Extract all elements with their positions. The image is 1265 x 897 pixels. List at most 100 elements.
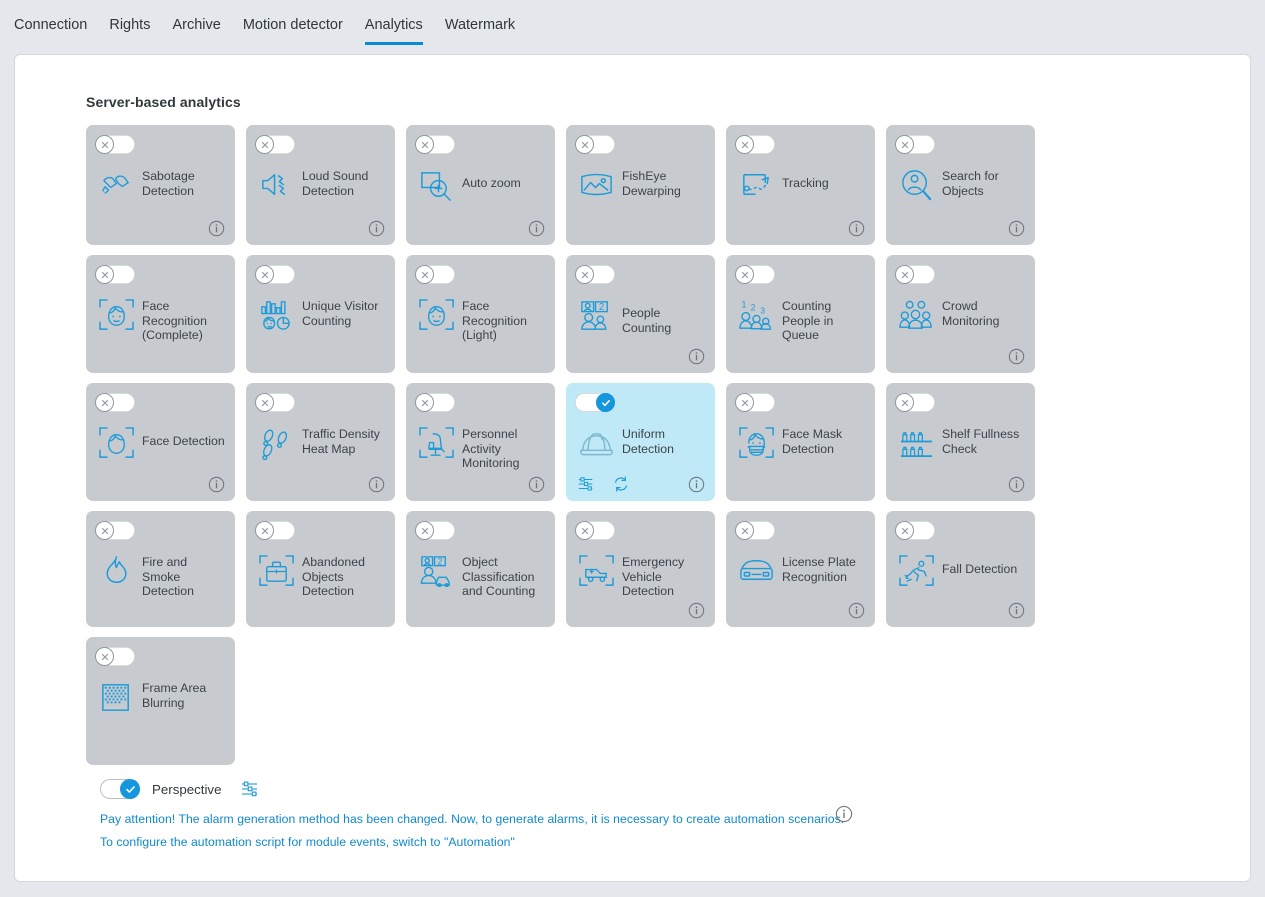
tab-motion-detector[interactable]: Motion detector — [243, 17, 343, 45]
info-icon[interactable] — [208, 476, 225, 493]
sabotage-icon — [97, 167, 135, 203]
perspective-toggle[interactable] — [100, 779, 140, 799]
card-body: 2 People Counting — [574, 297, 707, 335]
toggle-knob — [575, 521, 594, 540]
toggle-face-recognition-complete[interactable] — [95, 265, 135, 284]
card-label: Face Recognition (Light) — [462, 299, 527, 343]
toggle-shelf-fullness-check[interactable] — [895, 393, 935, 412]
analytics-card-counting-people-in-queue[interactable]: 1 2 3 Counting People in Queue — [726, 255, 875, 373]
toggle-unique-visitor-counting[interactable] — [255, 265, 295, 284]
analytics-card-sabotage-detection[interactable]: Sabotage Detection — [86, 125, 235, 245]
card-label: Face Mask Detection — [782, 427, 843, 456]
toggle-frame-area-blurring[interactable] — [95, 647, 135, 666]
info-icon[interactable] — [688, 348, 705, 365]
tab-analytics[interactable]: Analytics — [364, 17, 423, 45]
analytics-card-license-plate-recognition[interactable]: License Plate Recognition — [726, 511, 875, 627]
svg-text:1: 1 — [741, 299, 746, 309]
info-icon[interactable] — [1008, 602, 1025, 619]
analytics-card-shelf-fullness-check[interactable]: Shelf Fullness Check — [886, 383, 1035, 501]
analytics-card-traffic-density-heat-map[interactable]: Traffic Density Heat Map — [246, 383, 395, 501]
toggle-object-classification-and-counting[interactable] — [415, 521, 455, 540]
toggle-knob — [95, 265, 114, 284]
refresh-icon[interactable] — [612, 475, 630, 493]
analytics-card-crowd-monitoring[interactable]: Crowd Monitoring — [886, 255, 1035, 373]
analytics-card-face-mask-detection[interactable]: Face Mask Detection — [726, 383, 875, 501]
info-icon[interactable] — [848, 220, 865, 237]
analytics-card-tracking[interactable]: Tracking — [726, 125, 875, 245]
card-footer — [417, 220, 545, 237]
analytics-card-emergency-vehicle-detection[interactable]: Emergency Vehicle Detection — [566, 511, 715, 627]
close-icon — [901, 527, 908, 534]
toggle-face-mask-detection[interactable] — [735, 393, 775, 412]
page-title: Server-based analytics — [86, 94, 241, 110]
tab-connection[interactable]: Connection — [14, 17, 87, 45]
toggle-fisheye-dewarping[interactable] — [575, 135, 615, 154]
toggle-people-counting[interactable] — [575, 265, 615, 284]
loud-sound-icon — [257, 167, 295, 203]
info-icon[interactable] — [528, 220, 545, 237]
toggle-loud-sound-detection[interactable] — [255, 135, 295, 154]
analytics-card-auto-zoom[interactable]: Auto zoom — [406, 125, 555, 245]
toggle-uniform-detection[interactable] — [575, 393, 615, 412]
analytics-card-unique-visitor-counting[interactable]: Unique Visitor Counting — [246, 255, 395, 373]
card-footer — [577, 348, 705, 365]
analytics-card-frame-area-blurring[interactable]: Frame Area Blurring — [86, 637, 235, 765]
face-mask-icon — [737, 425, 775, 461]
toggle-counting-people-in-queue[interactable] — [735, 265, 775, 284]
analytics-card-uniform-detection[interactable]: Uniform Detection — [566, 383, 715, 501]
analytics-card-personnel-activity-monitoring[interactable]: Personnel Activity Monitoring — [406, 383, 555, 501]
card-label: Emergency Vehicle Detection — [622, 555, 685, 599]
info-icon[interactable] — [1008, 476, 1025, 493]
card-body: Face Detection — [94, 425, 227, 461]
tab-rights[interactable]: Rights — [109, 17, 150, 45]
tab-watermark[interactable]: Watermark — [445, 17, 515, 45]
blur-icon — [97, 679, 135, 715]
toggle-tracking[interactable] — [735, 135, 775, 154]
toggle-fall-detection[interactable] — [895, 521, 935, 540]
toggle-license-plate-recognition[interactable] — [735, 521, 775, 540]
analytics-card-face-recognition-complete[interactable]: Face Recognition (Complete) — [86, 255, 235, 373]
analytics-card-fall-detection[interactable]: Fall Detection — [886, 511, 1035, 627]
analytics-card-search-for-objects[interactable]: Search for Objects — [886, 125, 1035, 245]
toggle-traffic-density-heat-map[interactable] — [255, 393, 295, 412]
svg-text:2: 2 — [598, 302, 603, 313]
card-label: Tracking — [782, 176, 829, 190]
info-icon[interactable] — [1008, 220, 1025, 237]
toggle-sabotage-detection[interactable] — [95, 135, 135, 154]
card-body: Abandoned Objects Detection — [254, 553, 387, 599]
info-icon[interactable] — [688, 476, 705, 493]
info-icon[interactable] — [368, 476, 385, 493]
analytics-card-people-counting[interactable]: 2 People Counting — [566, 255, 715, 373]
info-icon[interactable] — [835, 805, 853, 823]
check-icon — [125, 785, 135, 793]
analytics-card-fisheye-dewarping[interactable]: FishEye Dewarping — [566, 125, 715, 245]
toggle-emergency-vehicle-detection[interactable] — [575, 521, 615, 540]
analytics-card-face-detection[interactable]: Face Detection — [86, 383, 235, 501]
card-body: Fire and Smoke Detection — [94, 553, 227, 599]
toggle-face-recognition-light[interactable] — [415, 265, 455, 284]
toggle-auto-zoom[interactable] — [415, 135, 455, 154]
fisheye-icon — [577, 167, 615, 203]
info-icon[interactable] — [368, 220, 385, 237]
info-icon[interactable] — [528, 476, 545, 493]
toggle-personnel-activity-monitoring[interactable] — [415, 393, 455, 412]
toggle-search-for-objects[interactable] — [895, 135, 935, 154]
ambulance-frame-icon — [577, 553, 615, 589]
analytics-card-loud-sound-detection[interactable]: Loud Sound Detection — [246, 125, 395, 245]
toggle-crowd-monitoring[interactable] — [895, 265, 935, 284]
sliders-icon[interactable] — [240, 779, 260, 799]
toggle-abandoned-objects-detection[interactable] — [255, 521, 295, 540]
info-icon[interactable] — [1008, 348, 1025, 365]
info-icon[interactable] — [208, 220, 225, 237]
info-icon[interactable] — [688, 602, 705, 619]
analytics-card-object-classification-and-counting[interactable]: 2 Object Classification and Counting — [406, 511, 555, 627]
sliders-icon[interactable] — [577, 475, 595, 493]
analytics-card-face-recognition-light[interactable]: Face Recognition (Light) — [406, 255, 555, 373]
toggle-fire-and-smoke-detection[interactable] — [95, 521, 135, 540]
toggle-face-detection[interactable] — [95, 393, 135, 412]
close-icon — [901, 399, 908, 406]
analytics-card-abandoned-objects-detection[interactable]: Abandoned Objects Detection — [246, 511, 395, 627]
info-icon[interactable] — [848, 602, 865, 619]
tab-archive[interactable]: Archive — [172, 17, 220, 45]
analytics-card-fire-and-smoke-detection[interactable]: Fire and Smoke Detection — [86, 511, 235, 627]
